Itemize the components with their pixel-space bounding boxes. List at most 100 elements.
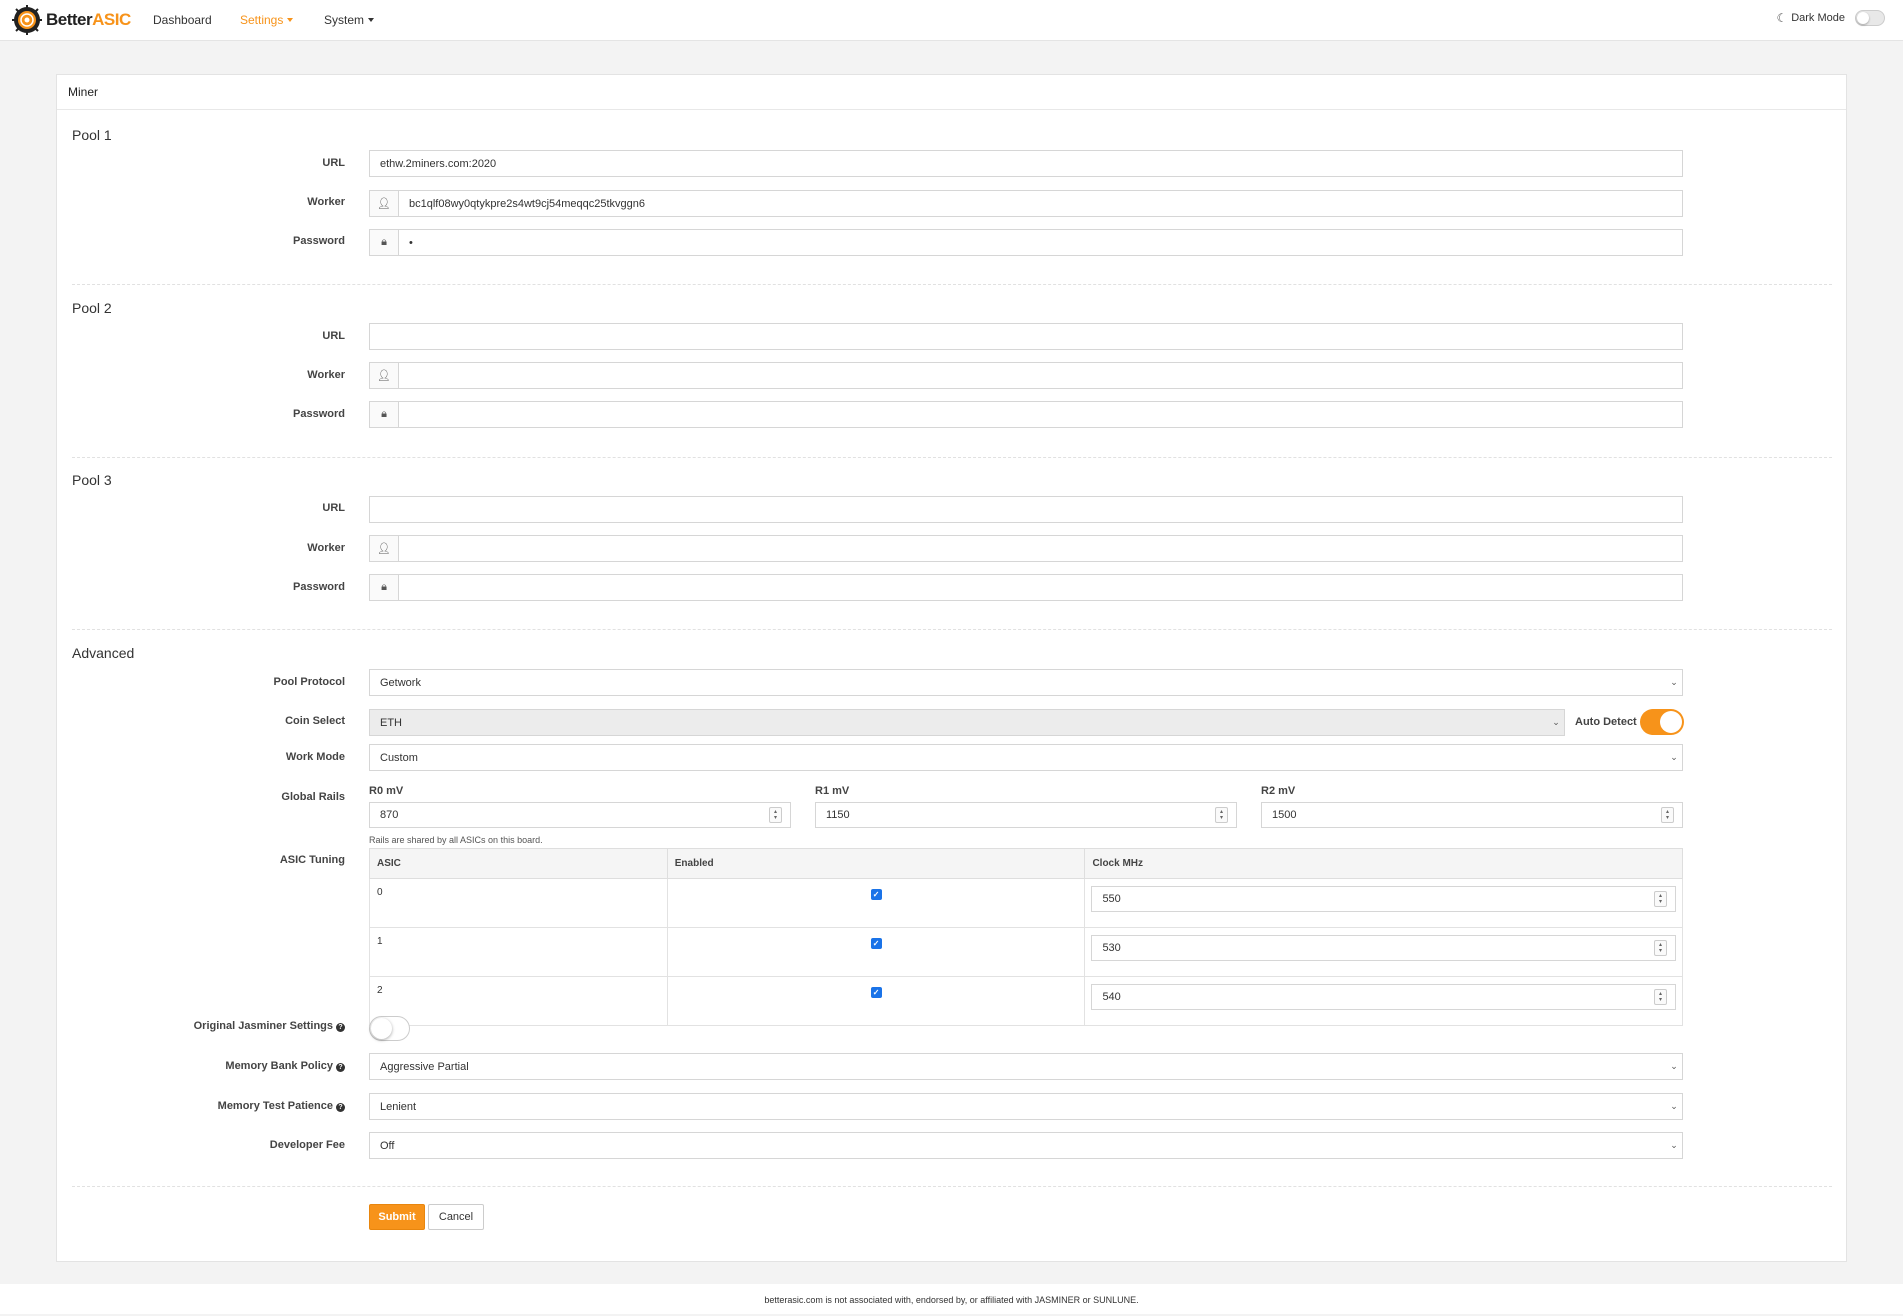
clock-value: 540	[1102, 991, 1121, 1003]
work-mode-label: Work Mode	[285, 751, 345, 763]
pool-protocol-value: Getwork	[380, 676, 421, 689]
developer-fee-select[interactable]: Off ⌄	[369, 1132, 1683, 1159]
divider	[72, 284, 1832, 285]
coin-select-value: ETH	[380, 716, 402, 729]
work-mode-select[interactable]: Custom ⌄	[369, 744, 1683, 771]
r1-input[interactable]: 1150 ▴ ▾	[815, 802, 1237, 828]
pool1-worker-label: Worker	[307, 196, 345, 208]
help-icon[interactable]: ?	[336, 1103, 345, 1112]
chevron-down-icon: ⌄	[1552, 717, 1560, 727]
pool2-worker-label: Worker	[307, 369, 345, 381]
pool1-password-label: Password	[293, 235, 345, 247]
pool1-worker-value: bc1qlf08wy0qtykpre2s4wt9cj54meqqc25tkvgg…	[409, 197, 646, 210]
memory-bank-policy-text: Memory Bank Policy	[225, 1060, 333, 1072]
clock-cell: 540 ▴ ▾	[1084, 976, 1683, 1026]
table-row: 1 ✓ 530 ▴ ▾	[369, 927, 1683, 977]
card-title: Miner	[57, 75, 1846, 110]
dark-mode-label: Dark Mode	[1791, 12, 1845, 24]
help-icon[interactable]: ?	[336, 1023, 345, 1032]
pool-protocol-select[interactable]: Getwork ⌄	[369, 669, 1683, 696]
original-jasminer-toggle[interactable]	[369, 1016, 410, 1041]
pool-protocol-label: Pool Protocol	[273, 676, 346, 688]
dark-mode-control: ☾ Dark Mode	[1776, 10, 1885, 26]
pool3-password-input[interactable]: 🔒︎	[369, 574, 1683, 601]
pool2-url-input[interactable]	[369, 323, 1683, 350]
memory-bank-policy-label: Memory Bank Policy?	[225, 1060, 345, 1072]
pool1-url-input[interactable]: ethw.2miners.com:2020	[369, 150, 1683, 177]
pool3-title: Pool 3	[72, 472, 112, 488]
memory-bank-policy-select[interactable]: Aggressive Partial ⌄	[369, 1053, 1683, 1080]
memory-test-patience-value: Lenient	[380, 1100, 417, 1113]
spinner-icon[interactable]: ▴ ▾	[1654, 989, 1667, 1005]
memory-bank-policy-value: Aggressive Partial	[380, 1060, 469, 1073]
coin-select-label: Coin Select	[285, 715, 345, 727]
r0-input[interactable]: 870 ▴ ▾	[369, 802, 791, 828]
pool2-url-label: URL	[322, 330, 345, 342]
submit-button[interactable]: Submit	[369, 1204, 425, 1230]
spinner-icon[interactable]: ▴ ▾	[1654, 891, 1667, 907]
dark-mode-toggle[interactable]	[1855, 10, 1885, 26]
pool1-password-value: •	[409, 236, 413, 249]
memory-test-patience-select[interactable]: Lenient ⌄	[369, 1093, 1683, 1120]
user-icon: 👤︎	[370, 363, 399, 388]
chevron-down-icon: ⌄	[1670, 1101, 1678, 1111]
user-icon: 👤︎	[370, 536, 399, 561]
r2-input[interactable]: 1500 ▴ ▾	[1261, 802, 1683, 828]
nav-system[interactable]: System	[324, 13, 375, 27]
auto-detect-toggle[interactable]	[1640, 709, 1684, 735]
spinner-icon[interactable]: ▴ ▾	[1661, 807, 1674, 823]
r1-value: 1150	[826, 809, 850, 821]
pool2-title: Pool 2	[72, 300, 112, 316]
pool3-worker-input[interactable]: 👤︎	[369, 535, 1683, 562]
spinner-icon[interactable]: ▴ ▾	[1215, 807, 1228, 823]
moon-icon: ☾	[1776, 11, 1788, 25]
spinner-icon[interactable]: ▴ ▾	[769, 807, 782, 823]
brand-name-part2: ASIC	[92, 10, 131, 29]
divider	[72, 1186, 1832, 1187]
coin-select[interactable]: ETH ⌄	[369, 709, 1565, 736]
chevron-down-icon: ⌄	[1670, 752, 1678, 762]
table-header-row: ASIC Enabled Clock MHz	[369, 848, 1683, 879]
r2-value: 1500	[1272, 809, 1297, 821]
clock-cell: 530 ▴ ▾	[1084, 927, 1683, 977]
pool2-worker-input[interactable]: 👤︎	[369, 362, 1683, 389]
pool1-password-input[interactable]: 🔒︎ •	[369, 229, 1683, 256]
nav-dashboard[interactable]: Dashboard	[153, 13, 212, 27]
enabled-cell: ✓	[666, 976, 1086, 1026]
clock-input[interactable]: 530 ▴ ▾	[1091, 935, 1676, 961]
clock-value: 550	[1102, 893, 1121, 905]
enabled-checkbox[interactable]: ✓	[870, 889, 882, 900]
spinner-icon[interactable]: ▴ ▾	[1654, 940, 1667, 956]
enabled-cell: ✓	[666, 878, 1086, 928]
brand-name: BetterASIC	[46, 10, 131, 30]
asic-tuning-table: ASIC Enabled Clock MHz 0 ✓ 550 ▴ ▾ 1 ✓ 530…	[369, 848, 1683, 1026]
chevron-down-icon: ⌄	[1670, 1061, 1678, 1071]
enabled-checkbox[interactable]: ✓	[870, 938, 882, 949]
advanced-title: Advanced	[72, 645, 135, 661]
column-header-asic: ASIC	[369, 848, 668, 879]
clock-input[interactable]: 550 ▴ ▾	[1091, 886, 1676, 912]
asic-tuning-label: ASIC Tuning	[279, 854, 345, 866]
divider	[72, 629, 1832, 630]
rails-note: Rails are shared by all ASICs on this bo…	[369, 835, 543, 845]
brand[interactable]: BetterASIC	[12, 5, 131, 35]
r0-label: R0 mV	[369, 785, 404, 797]
nav-settings[interactable]: Settings	[240, 13, 294, 27]
memory-test-patience-text: Memory Test Patience	[217, 1100, 333, 1112]
clock-input[interactable]: 540 ▴ ▾	[1091, 984, 1676, 1010]
pool3-worker-label: Worker	[307, 542, 345, 554]
pool1-worker-input[interactable]: 👤︎ bc1qlf08wy0qtykpre2s4wt9cj54meqqc25tkv…	[369, 190, 1683, 217]
pool3-password-label: Password	[293, 581, 345, 593]
enabled-checkbox[interactable]: ✓	[870, 987, 882, 998]
work-mode-value: Custom	[380, 751, 418, 764]
cancel-button[interactable]: Cancel	[428, 1204, 484, 1230]
pool2-password-input[interactable]: 🔒︎	[369, 401, 1683, 428]
r1-label: R1 mV	[815, 785, 850, 797]
memory-test-patience-label: Memory Test Patience?	[218, 1100, 345, 1112]
help-icon[interactable]: ?	[336, 1063, 345, 1072]
lock-icon: 🔒︎	[370, 402, 399, 427]
asic-id: 0	[369, 878, 668, 928]
top-navbar: BetterASIC Dashboard Settings System ☾ D…	[0, 0, 1903, 41]
global-rails-label: Global Rails	[281, 791, 345, 803]
pool3-url-input[interactable]	[369, 496, 1683, 523]
